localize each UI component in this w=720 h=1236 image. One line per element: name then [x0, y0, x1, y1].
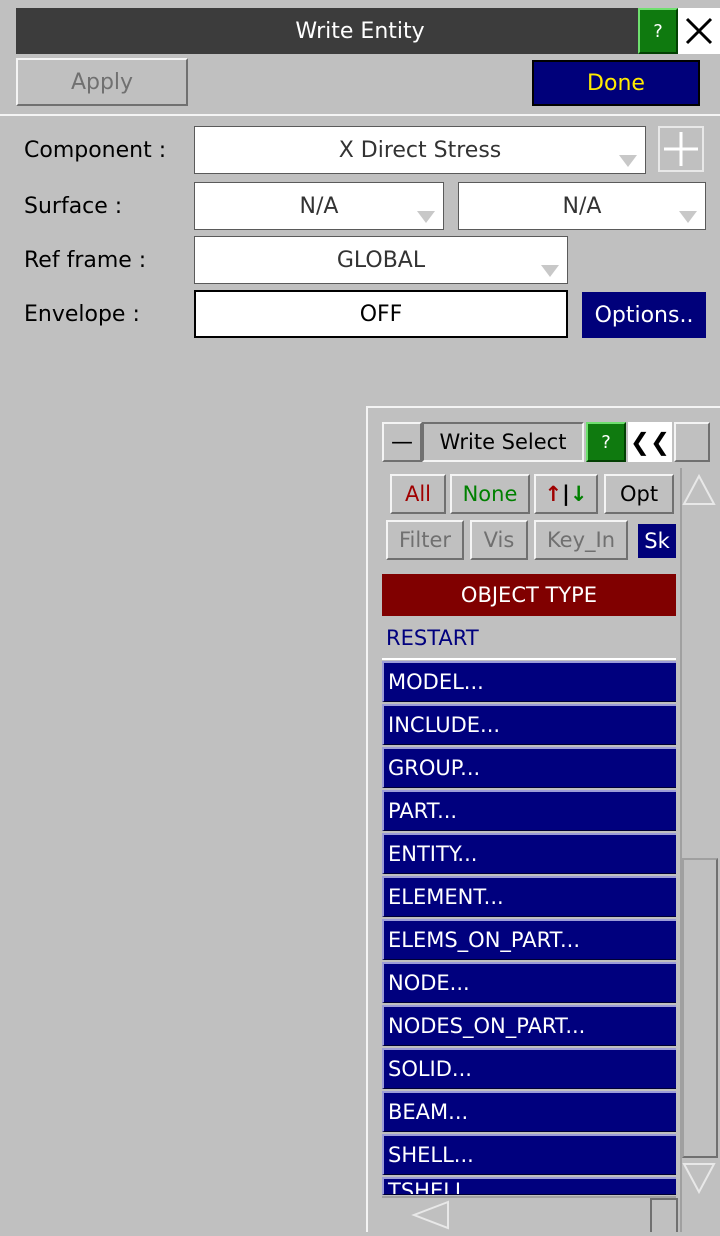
filter-button[interactable]: Filter: [386, 520, 464, 560]
window-title: Write Entity: [295, 18, 425, 44]
minimize-button[interactable]: —: [382, 422, 422, 462]
done-button[interactable]: Done: [532, 60, 700, 106]
list-item[interactable]: PART...: [382, 790, 676, 831]
collapse-button[interactable]: ❮❮: [628, 422, 672, 462]
component-label: Component :: [24, 137, 167, 163]
panel-corner: [674, 422, 710, 462]
list-item[interactable]: BEAM...: [382, 1091, 676, 1132]
ref-frame-dropdown[interactable]: GLOBAL: [194, 236, 568, 284]
add-component-button[interactable]: [658, 126, 704, 172]
divider: [0, 114, 720, 116]
scroll-right-button[interactable]: [650, 1198, 678, 1232]
list-item[interactable]: INCLUDE...: [382, 704, 676, 745]
surface-dropdown-1[interactable]: N/A: [194, 182, 444, 230]
list-item[interactable]: ENTITY...: [382, 833, 676, 874]
list-item[interactable]: ELEMS_ON_PART...: [382, 919, 676, 960]
scroll-up-button[interactable]: [680, 470, 718, 510]
scroll-thumb[interactable]: [682, 858, 718, 1158]
opt-button[interactable]: Opt: [604, 474, 674, 514]
list-item[interactable]: MODEL...: [382, 661, 676, 702]
surface-dropdown-2[interactable]: N/A: [458, 182, 706, 230]
object-type-header: OBJECT TYPE: [382, 574, 676, 616]
chevron-down-icon: [679, 211, 697, 223]
surface-value-1: N/A: [299, 193, 339, 219]
sketch-button[interactable]: Sk: [638, 524, 676, 558]
list-item[interactable]: NODE...: [382, 962, 676, 1003]
component-value: X Direct Stress: [338, 137, 502, 163]
close-icon: [685, 17, 713, 45]
apply-button[interactable]: Apply: [16, 58, 188, 106]
scroll-down-button[interactable]: [680, 1158, 718, 1198]
surface-label: Surface :: [24, 193, 123, 219]
list-item[interactable]: SHELL...: [382, 1134, 676, 1175]
chevron-down-icon: [541, 265, 559, 277]
ref-frame-label: Ref frame :: [24, 247, 147, 273]
key-in-button[interactable]: Key_In: [534, 520, 628, 560]
plus-icon: [664, 132, 698, 166]
select-all-button[interactable]: All: [390, 474, 446, 514]
list-item[interactable]: NODES_ON_PART...: [382, 1005, 676, 1046]
list-item[interactable]: SOLID...: [382, 1048, 676, 1089]
scroll-left-button[interactable]: [408, 1198, 452, 1232]
component-dropdown[interactable]: X Direct Stress: [194, 126, 646, 174]
options-button[interactable]: Options..: [582, 292, 706, 338]
help-button[interactable]: ?: [638, 8, 678, 54]
triangle-left-icon: [411, 1200, 449, 1230]
close-button[interactable]: [678, 8, 720, 54]
list-item[interactable]: TSHELL: [382, 1177, 676, 1195]
ref-frame-value: GLOBAL: [336, 247, 426, 273]
vis-button[interactable]: Vis: [470, 520, 528, 560]
triangle-up-icon: [682, 473, 716, 505]
chevron-down-icon: [619, 155, 637, 167]
sort-button[interactable]: ↑ | ↓: [534, 474, 598, 514]
chevron-down-icon: [417, 211, 435, 223]
list-item[interactable]: ELEMENT...: [382, 876, 676, 917]
select-none-button[interactable]: None: [450, 474, 530, 514]
panel-title: Write Select: [422, 422, 584, 462]
list-item[interactable]: GROUP...: [382, 747, 676, 788]
surface-value-2: N/A: [562, 193, 602, 219]
envelope-label: Envelope :: [24, 301, 140, 327]
double-chevron-left-icon: ❮❮: [629, 428, 671, 456]
arrow-down-icon: ↓: [569, 482, 588, 506]
triangle-down-icon: [682, 1163, 716, 1195]
divider-glyph: |: [562, 482, 570, 506]
arrow-up-icon: ↑: [544, 482, 563, 506]
panel-help-button[interactable]: ?: [586, 422, 626, 462]
list-item-restart[interactable]: RESTART: [382, 618, 676, 660]
envelope-field[interactable]: OFF: [194, 290, 568, 338]
